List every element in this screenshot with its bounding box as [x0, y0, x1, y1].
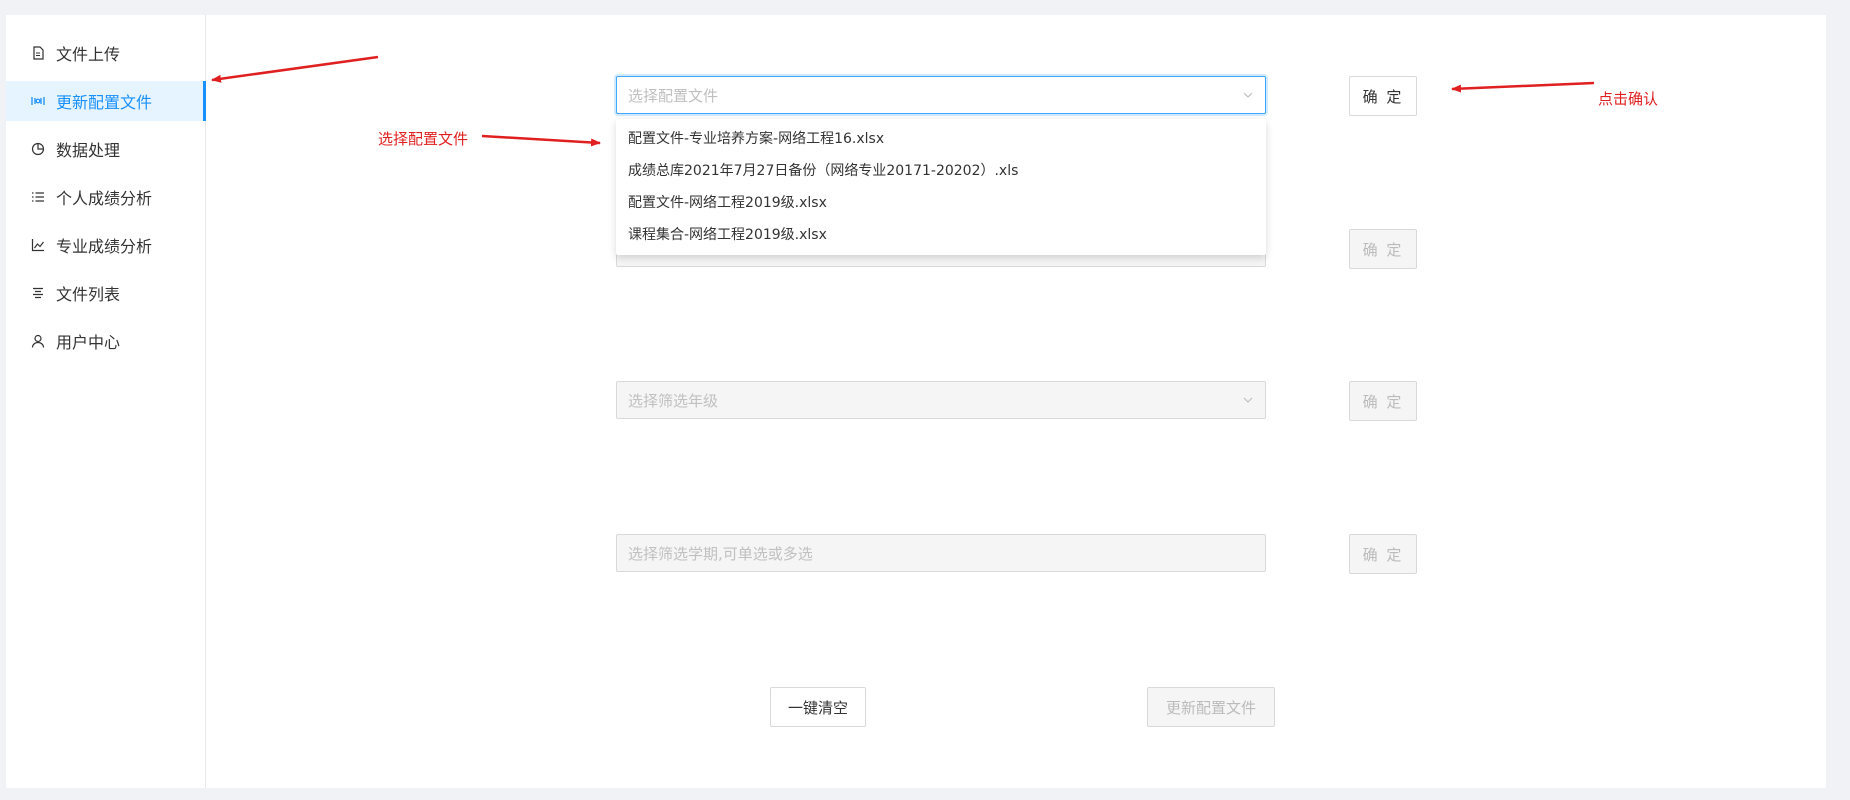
list-icon	[30, 189, 46, 205]
line-chart-icon	[30, 237, 46, 253]
sidebar-item-update-config[interactable]: 更新配置文件	[6, 81, 206, 121]
pie-icon	[30, 141, 46, 157]
sidebar: 文件上传 更新配置文件 数据处理 个人成绩分析 专业成绩分析 文件列表 用户中心	[6, 15, 206, 788]
dropdown-option[interactable]: 配置文件-专业培养方案-网络工程16.xlsx	[616, 123, 1266, 155]
sidebar-item-personal-score[interactable]: 个人成绩分析	[6, 177, 206, 217]
app-window: 文件上传 更新配置文件 数据处理 个人成绩分析 专业成绩分析 文件列表 用户中心…	[6, 15, 1826, 788]
sidebar-item-file-upload[interactable]: 文件上传	[6, 33, 206, 73]
config-file-dropdown: 配置文件-专业培养方案-网络工程16.xlsx 成绩总库2021年7月27日备份…	[616, 119, 1266, 255]
annotation-click-confirm: 点击确认	[1598, 90, 1659, 108]
update-config-button[interactable]: 更新配置文件	[1147, 687, 1275, 727]
sidebar-item-data-processing[interactable]: 数据处理	[6, 129, 206, 169]
user-icon	[30, 333, 46, 349]
sidebar-item-major-score[interactable]: 专业成绩分析	[6, 225, 206, 265]
clear-all-button[interactable]: 一键清空	[770, 687, 866, 727]
confirm-button-config[interactable]: 确 定	[1349, 76, 1417, 116]
chevron-down-icon	[1241, 88, 1255, 102]
sidebar-item-label: 文件上传	[56, 45, 121, 64]
sidebar-item-user-center[interactable]: 用户中心	[6, 321, 206, 361]
sidebar-item-label: 数据处理	[56, 141, 121, 160]
semester-select[interactable]: 选择筛选学期,可单选或多选	[616, 534, 1266, 572]
select-placeholder: 选择筛选学期,可单选或多选	[628, 544, 813, 563]
confirm-button-second[interactable]: 确 定	[1349, 229, 1417, 269]
select-placeholder: 选择筛选年级	[628, 391, 719, 410]
dropdown-option[interactable]: 配置文件-网络工程2019级.xlsx	[616, 187, 1266, 219]
chevron-down-icon	[1241, 393, 1255, 407]
sidebar-item-label: 用户中心	[56, 333, 121, 352]
sidebar-item-label: 文件列表	[56, 285, 121, 304]
select-placeholder: 选择配置文件	[628, 86, 719, 105]
confirm-button-grade[interactable]: 确 定	[1349, 381, 1417, 421]
config-file-select[interactable]: 选择配置文件	[616, 76, 1266, 114]
dropdown-option[interactable]: 课程集合-网络工程2019级.xlsx	[616, 219, 1266, 251]
sidebar-item-label: 个人成绩分析	[56, 189, 153, 208]
confirm-button-semester[interactable]: 确 定	[1349, 534, 1417, 574]
dropdown-option[interactable]: 成绩总库2021年7月27日备份（网络专业20171-20202）.xls	[616, 155, 1266, 187]
grade-select[interactable]: 选择筛选年级	[616, 381, 1266, 419]
sidebar-item-label: 专业成绩分析	[56, 237, 153, 256]
annotation-select-config: 选择配置文件	[378, 130, 469, 148]
file-icon	[30, 45, 46, 61]
sidebar-item-file-list[interactable]: 文件列表	[6, 273, 206, 313]
sidebar-item-label: 更新配置文件	[56, 93, 153, 112]
align-icon	[30, 285, 46, 301]
config-icon	[30, 93, 46, 109]
